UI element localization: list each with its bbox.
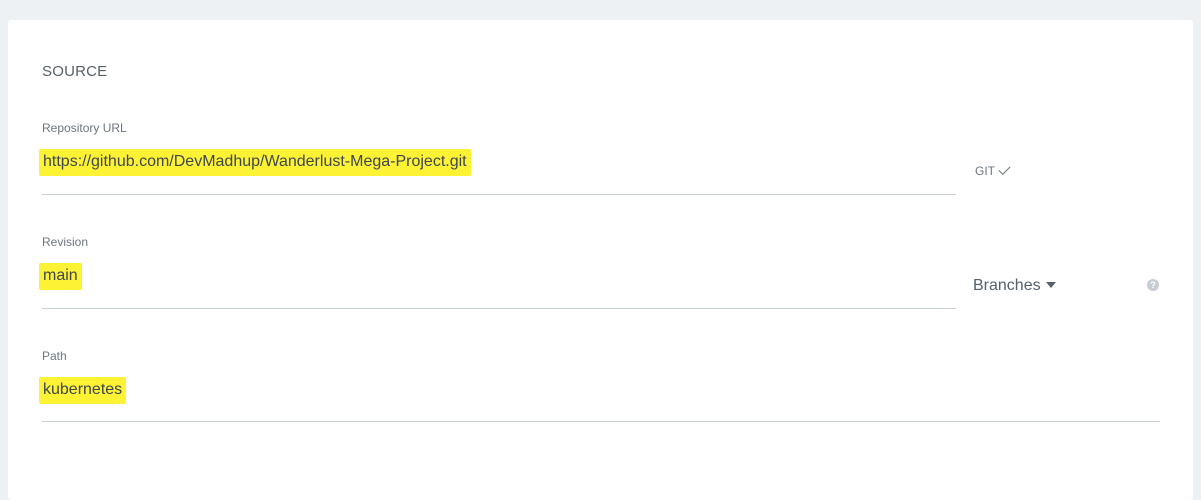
repo-type-indicator: GIT <box>975 162 1011 178</box>
question-circle-icon[interactable]: ? <box>1147 279 1159 291</box>
check-icon <box>998 162 1011 176</box>
repository-url-field[interactable]: https://github.com/DevMadhup/Wanderlust-… <box>39 149 471 176</box>
repository-url-underline <box>42 194 956 195</box>
branches-label: Branches <box>973 277 1041 294</box>
branches-dropdown[interactable]: Branches <box>973 277 1056 295</box>
revision-underline <box>42 308 956 309</box>
caret-down-icon <box>1045 282 1056 288</box>
path-field[interactable]: kubernetes <box>39 377 127 404</box>
revision-field[interactable]: main <box>39 263 82 290</box>
repository-url-label: Repository URL <box>42 121 127 135</box>
revision-label: Revision <box>42 235 89 249</box>
section-title: SOURCE <box>42 63 108 80</box>
source-card: SOURCE Repository URL https://github.com… <box>8 20 1193 500</box>
path-label: Path <box>42 349 67 363</box>
path-underline <box>42 421 1160 422</box>
repo-type-label: GIT <box>975 164 995 178</box>
